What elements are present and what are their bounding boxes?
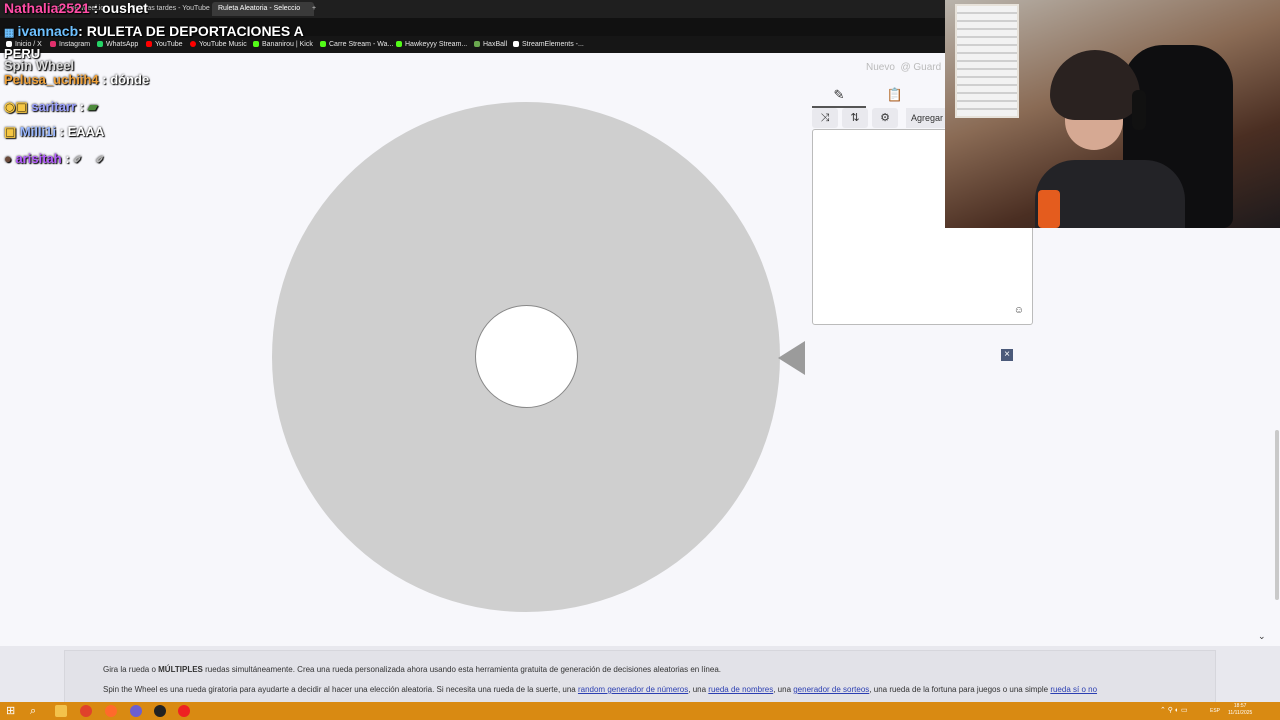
text: , una <box>773 685 794 694</box>
chevron-down-icon[interactable]: ⌄ <box>1258 631 1266 642</box>
sort-icon: ⇅ <box>850 112 860 124</box>
bookmark-carre[interactable]: Carre Stream - Wa... <box>320 36 393 53</box>
text: Spin the Wheel es una rueda giratoria pa… <box>103 685 578 694</box>
app-title: Spin Wheel <box>4 58 75 73</box>
chat-message: ◉▣ saritarr : ▰ <box>4 99 98 115</box>
close-icon[interactable]: × <box>1001 349 1013 361</box>
settings-button[interactable]: ⚙ <box>872 108 898 128</box>
chat-user: Nathalia2521 <box>4 0 90 16</box>
chat-user: Pelusa_uchiih4 <box>4 72 99 87</box>
link-yes-no-wheel[interactable]: rueda sí o no <box>1050 685 1097 694</box>
drink-can <box>1038 190 1060 228</box>
new-tab-button[interactable]: + <box>306 2 328 16</box>
window-blinds <box>955 4 1019 118</box>
description-line-2: Spin the Wheel es una rueda giratoria pa… <box>103 685 1097 694</box>
bookmark-label: YouTube Music <box>199 41 247 48</box>
bookmark-label: Hawkeyyy Stream... <box>405 41 468 48</box>
chat-text: : RULETA DE DEPORTACIONES A <box>78 23 304 39</box>
brave-icon[interactable] <box>80 705 92 717</box>
tab-results[interactable]: 📋 <box>868 84 922 106</box>
search-icon[interactable]: ⌕ <box>30 705 42 717</box>
chat-text: : EAAA <box>59 124 105 139</box>
tab-ruleta[interactable]: Ruleta Aleatoria - Seleccio <box>212 2 314 16</box>
taskbar-clock[interactable]: 18:57 11/11/2025 <box>1228 703 1252 717</box>
text: Gira la rueda o <box>103 665 159 674</box>
chat-message: ● arisitah : ✐ ✐ <box>4 151 104 166</box>
chat-message: ▣ Milli1i : EAAA <box>4 124 104 140</box>
text: ruedas simultáneamente. Crea una rueda p… <box>202 665 722 674</box>
headset-icon <box>1132 90 1146 130</box>
chat-text: : dónde <box>102 72 150 87</box>
save-icon: @ <box>900 62 911 73</box>
new-link[interactable]: Nuevo <box>866 62 895 73</box>
chat-badge-icon: ▣ <box>4 124 20 139</box>
chat-text: : <box>65 151 70 166</box>
bookmark-streamelements[interactable]: StreamElements -... <box>513 36 584 53</box>
chat-text: : oushet <box>93 0 148 16</box>
chat-message: Nathalia2521 : oushet <box>4 0 148 16</box>
shuffle-icon: ⤨ <box>820 112 830 124</box>
bookmark-label: Carre Stream - Wa... <box>329 41 394 48</box>
bookmark-haxball[interactable]: HaxBall <box>474 36 507 53</box>
bookmark-label: Instagram <box>59 41 91 48</box>
scrollbar[interactable] <box>1275 430 1279 600</box>
chat-text: : <box>79 99 85 114</box>
link-number-generator[interactable]: random generador de números <box>578 685 688 694</box>
pencil-icon: ✎ <box>833 87 845 102</box>
chat-user: saritarr <box>31 99 77 114</box>
streamer <box>1035 50 1185 228</box>
description-box <box>64 650 1216 704</box>
bookmark-hawkeyyy[interactable]: Hawkeyyy Stream... <box>396 36 467 53</box>
chat-user: Milli1i <box>19 124 57 139</box>
sort-button[interactable]: ⇅ <box>842 108 868 128</box>
save-link[interactable]: Guard <box>913 62 941 73</box>
record-icon[interactable] <box>178 705 190 717</box>
shuffle-button[interactable]: ⤨ <box>812 108 838 128</box>
chat-user: ivannacb <box>17 23 79 39</box>
chat-badge-icon: ● <box>4 151 16 166</box>
clock-date: 11/11/2025 <box>1228 710 1253 716</box>
clock-time: 18:57 <box>1233 703 1247 709</box>
emoji-picker-icon[interactable]: ☺ <box>1014 305 1024 316</box>
language-indicator[interactable]: ESP <box>1210 708 1220 714</box>
windows-start-icon[interactable]: ⊞ <box>6 705 18 717</box>
link-name-wheel[interactable]: rueda de nombres <box>708 685 773 694</box>
wheel-pointer-icon <box>778 341 805 375</box>
bookmark-label: HaxBall <box>483 41 508 48</box>
chat-user: arisitah <box>15 151 62 166</box>
chat-badge-icon: ▦ <box>4 27 18 39</box>
emote-icon: ▰ <box>87 99 98 114</box>
bookmark-label: YouTube <box>155 41 183 48</box>
tab-edit-entries[interactable]: ✎ <box>812 84 866 108</box>
taskbar: ⊞ ⌕ ⌃ ⚲ ◐ ▭ ESP <box>0 702 1280 720</box>
emote-icon: ✐ ✐ <box>73 155 104 166</box>
tray-icons[interactable]: ⌃ ⚲ ◐ ▭ <box>1160 706 1188 714</box>
bookmark-label: StreamElements -... <box>522 41 584 48</box>
discord-icon[interactable] <box>130 705 142 717</box>
header-links: Nuevo @ Guard <box>866 62 941 73</box>
bookmark-label: WhatsApp <box>106 41 139 48</box>
chat-message: ▦ ivannacb: RULETA DE DEPORTACIONES A <box>4 23 304 39</box>
chrome-icon[interactable] <box>154 705 166 717</box>
text-bold: MÚLTIPLES <box>158 665 203 674</box>
chat-badge-icon: ◉▣ <box>4 99 32 114</box>
webcam-overlay <box>945 0 1280 228</box>
text: , una rueda de la fortuna para juegos o … <box>869 685 1051 694</box>
text: , una <box>688 685 709 694</box>
clipboard-icon: 📋 <box>886 87 904 102</box>
description-line-1: Gira la rueda o MÚLTIPLES ruedas simultá… <box>103 665 721 674</box>
streamer-hair <box>1050 50 1140 120</box>
firefox-icon[interactable] <box>105 705 117 717</box>
bookmark-label: Bananirou | Kick <box>262 41 313 48</box>
wheel-center-hub[interactable] <box>475 305 578 408</box>
file-explorer-icon[interactable] <box>55 705 67 717</box>
chat-message: Pelusa_uchiih4 : dónde <box>4 72 149 87</box>
link-raffle-generator[interactable]: generador de sorteos <box>793 685 869 694</box>
entries-panel-tabs: ✎ 📋 <box>812 84 945 108</box>
gear-icon: ⚙ <box>880 112 890 124</box>
